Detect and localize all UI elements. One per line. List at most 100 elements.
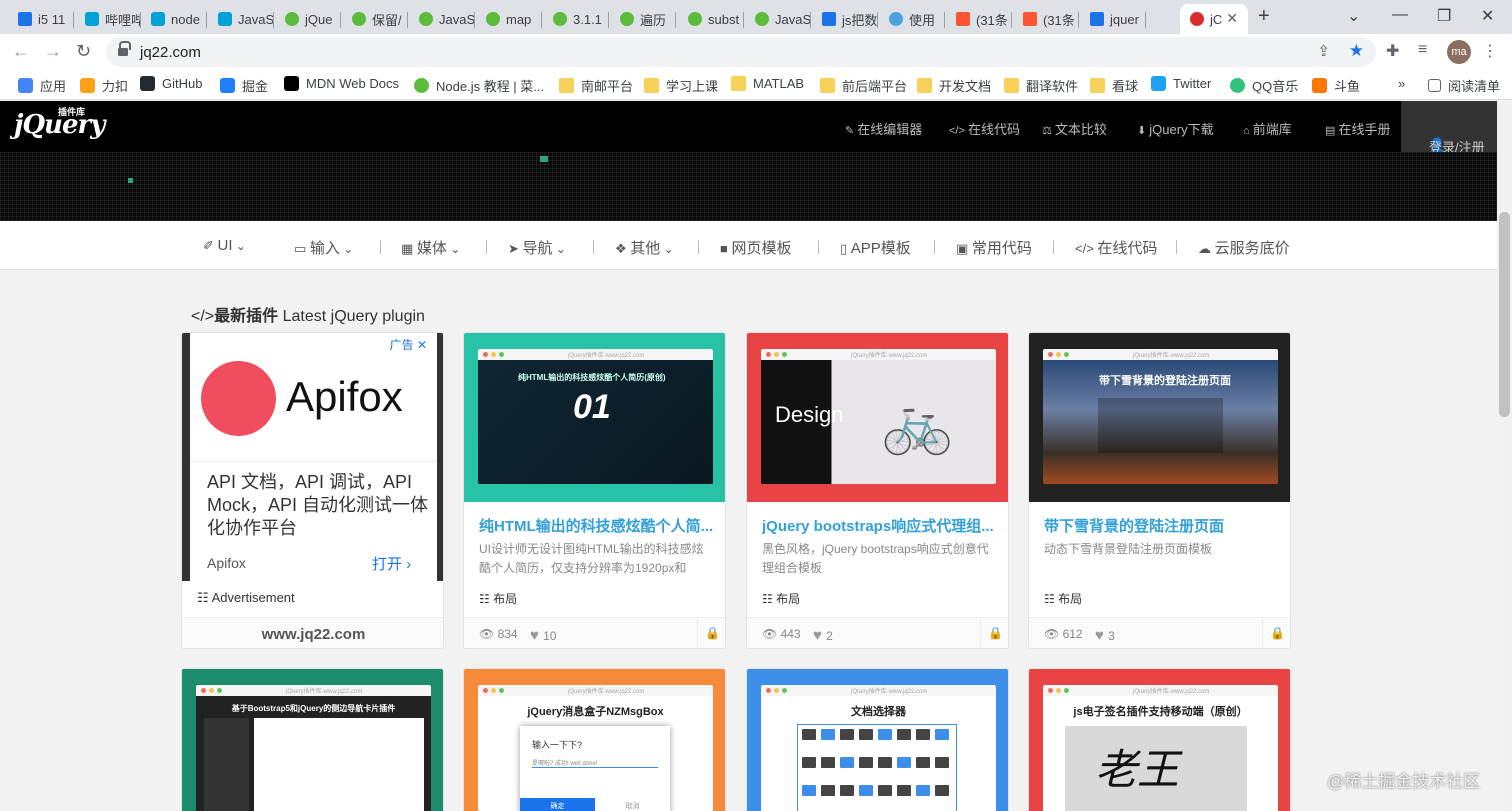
scrollbar-thumb[interactable]: [1499, 212, 1510, 417]
plugin-card[interactable]: jQuery插件库-www.jq22.com Design 🚲 jQuery boot…: [746, 332, 1009, 649]
bookmarks-more[interactable]: »: [1398, 76, 1405, 91]
browser-tab[interactable]: 哔哩哔: [75, 4, 141, 34]
bookmark-item[interactable]: 看球: [1090, 76, 1138, 95]
browser-tab[interactable]: 保留/: [342, 4, 408, 34]
topnav-link[interactable]: ⚖ 文本比较: [1042, 119, 1107, 138]
back-icon[interactable]: ←: [12, 41, 30, 62]
plugin-card[interactable]: jQuery插件库-www.jq22.com 纯HTML输出的科技感炫酷个人简历(…: [463, 332, 726, 649]
plugin-card[interactable]: jQuery插件库-www.jq22.com js电子签名插件支持移动端（原创） 老…: [1028, 668, 1291, 811]
address-bar[interactable]: jq22.com ⇪ ★: [106, 37, 1376, 67]
browser-tab[interactable]: js把数: [812, 4, 878, 34]
browser-tab[interactable]: 使用: [879, 4, 945, 34]
category-10[interactable]: ☁ 云服务底价: [1198, 237, 1290, 258]
browser-tab[interactable]: 遍历: [610, 4, 676, 34]
browser-tab[interactable]: map: [476, 4, 542, 34]
like-count[interactable]: ♥ 3: [1095, 627, 1115, 644]
browser-tab[interactable]: jQue: [275, 4, 341, 34]
topnav-link[interactable]: ⌂ 前端库: [1243, 119, 1292, 138]
topnav-link[interactable]: ⬇ jQuery下载: [1137, 119, 1214, 138]
minimize-button[interactable]: —: [1392, 6, 1408, 24]
login-button[interactable]: 👤 登录/注册: [1401, 101, 1497, 155]
category-4[interactable]: ➤ 导航 ⌄: [508, 237, 566, 258]
browser-tab[interactable]: (31条: [946, 4, 1012, 34]
reading-list[interactable]: 阅读清单: [1428, 76, 1500, 95]
download-lock-button[interactable]: 🔒: [980, 618, 1008, 648]
download-lock-button[interactable]: 🔒: [697, 618, 725, 648]
bookmark-item[interactable]: 应用: [18, 76, 66, 95]
bookmark-item[interactable]: QQ音乐: [1230, 76, 1298, 95]
download-lock-button[interactable]: 🔒: [1262, 618, 1290, 648]
bookmark-item[interactable]: MATLAB: [731, 76, 804, 91]
category-5[interactable]: ❖ 其他 ⌄: [615, 237, 674, 258]
profile-avatar[interactable]: ma: [1447, 40, 1471, 64]
card-thumbnail[interactable]: jQuery插件库-www.jq22.com 文档选择器: [747, 669, 1008, 811]
topnav-link[interactable]: ▤ 在线手册: [1325, 119, 1390, 138]
bookmark-item[interactable]: 掘金: [220, 76, 268, 95]
bookmark-item[interactable]: 开发文档: [917, 76, 991, 95]
category-1[interactable]: ✐ UI ⌄: [203, 237, 246, 254]
bookmark-item[interactable]: 学习上课: [644, 76, 718, 95]
bookmark-item[interactable]: 斗鱼: [1312, 76, 1360, 95]
category-9[interactable]: </> 在线代码: [1075, 237, 1157, 258]
tab-search-icon[interactable]: ⌄: [1347, 6, 1360, 26]
card-tag[interactable]: ☷ 布局: [1044, 590, 1082, 607]
card-title[interactable]: jQuery bootstraps响应式代理组...: [762, 515, 997, 536]
extensions-icon[interactable]: ✚: [1386, 41, 1399, 61]
bookmark-item[interactable]: MDN Web Docs: [284, 76, 399, 91]
ad-open-button[interactable]: 打开 ›: [372, 553, 411, 574]
restore-button[interactable]: ❐: [1437, 6, 1451, 26]
topnav-link[interactable]: </> 在线代码: [949, 119, 1020, 138]
bookmark-item[interactable]: Node.js 教程 | 菜...: [414, 76, 544, 95]
like-count[interactable]: ♥ 10: [530, 627, 556, 644]
plugin-card[interactable]: jQuery插件库-www.jq22.com 带下雪背景的登陆注册页面带下雪背景的…: [1028, 332, 1291, 649]
card-thumbnail[interactable]: jQuery插件库-www.jq22.com js电子签名插件支持移动端（原创） 老…: [1029, 669, 1290, 811]
close-icon[interactable]: ✕: [1226, 10, 1238, 27]
page-scrollbar[interactable]: [1497, 101, 1512, 811]
browser-tab[interactable]: jC ✕: [1180, 4, 1248, 34]
category-3[interactable]: ▦ 媒体 ⌄: [401, 237, 460, 258]
browser-tab[interactable]: node: [141, 4, 207, 34]
bookmark-item[interactable]: 南邮平台: [559, 76, 633, 95]
bookmark-item[interactable]: 翻译软件: [1004, 76, 1078, 95]
category-2[interactable]: ▭ 输入 ⌄: [294, 237, 353, 258]
bookmark-item[interactable]: 前后端平台: [820, 76, 907, 95]
card-thumbnail[interactable]: jQuery插件库-www.jq22.com 带下雪背景的登陆注册页面: [1029, 333, 1290, 502]
bookmark-item[interactable]: 力扣: [80, 76, 128, 95]
plugin-card[interactable]: jQuery插件库-www.jq22.com jQuery消息盒子NZMsgBox…: [463, 668, 726, 811]
browser-tab[interactable]: (31条: [1013, 4, 1079, 34]
card-thumbnail[interactable]: jQuery插件库-www.jq22.com 基于Bootstrap5和jQuer…: [182, 669, 443, 811]
ad-body[interactable]: API 文档，API 调试，API Mock，API 自动化测试一体化协作平台: [207, 471, 429, 540]
card-tag[interactable]: ☷ 布局: [479, 590, 517, 607]
browser-tab[interactable]: subst: [678, 4, 744, 34]
card-tag[interactable]: ☷ 布局: [762, 590, 800, 607]
ad-label[interactable]: 广告 ✕: [390, 336, 427, 353]
card-thumbnail[interactable]: jQuery插件库-www.jq22.com Design 🚲: [747, 333, 1008, 502]
card-title[interactable]: 纯HTML输出的科技感炫酷个人简...: [479, 515, 714, 536]
new-tab-button[interactable]: +: [1258, 5, 1270, 28]
bookmark-item[interactable]: GitHub: [140, 76, 202, 91]
like-count[interactable]: ♥ 2: [813, 627, 833, 644]
browser-tab[interactable]: JavaS: [208, 4, 274, 34]
browser-tab[interactable]: i5 11: [8, 4, 74, 34]
forward-icon[interactable]: →: [44, 41, 62, 62]
bookmark-item[interactable]: Twitter: [1151, 76, 1211, 91]
menu-icon[interactable]: ⋮: [1482, 41, 1498, 61]
close-window-button[interactable]: ✕: [1481, 6, 1494, 26]
browser-tab[interactable]: jquer: [1080, 4, 1146, 34]
topnav-link[interactable]: ✎ 在线编辑器: [845, 119, 922, 138]
bookmark-star-icon[interactable]: ★: [1349, 41, 1364, 61]
ad-content[interactable]: 广告 ✕ Apifox API 文档，API 调试，API Mock，API 自…: [190, 333, 437, 581]
card-title[interactable]: 带下雪背景的登陆注册页面: [1044, 515, 1279, 536]
card-thumbnail[interactable]: jQuery插件库-www.jq22.com jQuery消息盒子NZMsgBox…: [464, 669, 725, 811]
browser-tab[interactable]: 3.1.1: [543, 4, 609, 34]
category-6[interactable]: ■ 网页模板: [720, 237, 791, 258]
browser-tab[interactable]: JavaS: [745, 4, 811, 34]
browser-tab[interactable]: JavaS: [409, 4, 475, 34]
media-control-icon[interactable]: ≡: [1418, 41, 1427, 59]
ad-card[interactable]: 广告 ✕ Apifox API 文档，API 调试，API Mock，API 自…: [181, 332, 444, 649]
plugin-card[interactable]: jQuery插件库-www.jq22.com 文档选择器: [746, 668, 1009, 811]
share-icon[interactable]: ⇪: [1317, 42, 1330, 60]
category-7[interactable]: ▯ APP模板: [840, 237, 911, 258]
plugin-card[interactable]: jQuery插件库-www.jq22.com 基于Bootstrap5和jQuer…: [181, 668, 444, 811]
reload-icon[interactable]: ↻: [76, 41, 91, 62]
